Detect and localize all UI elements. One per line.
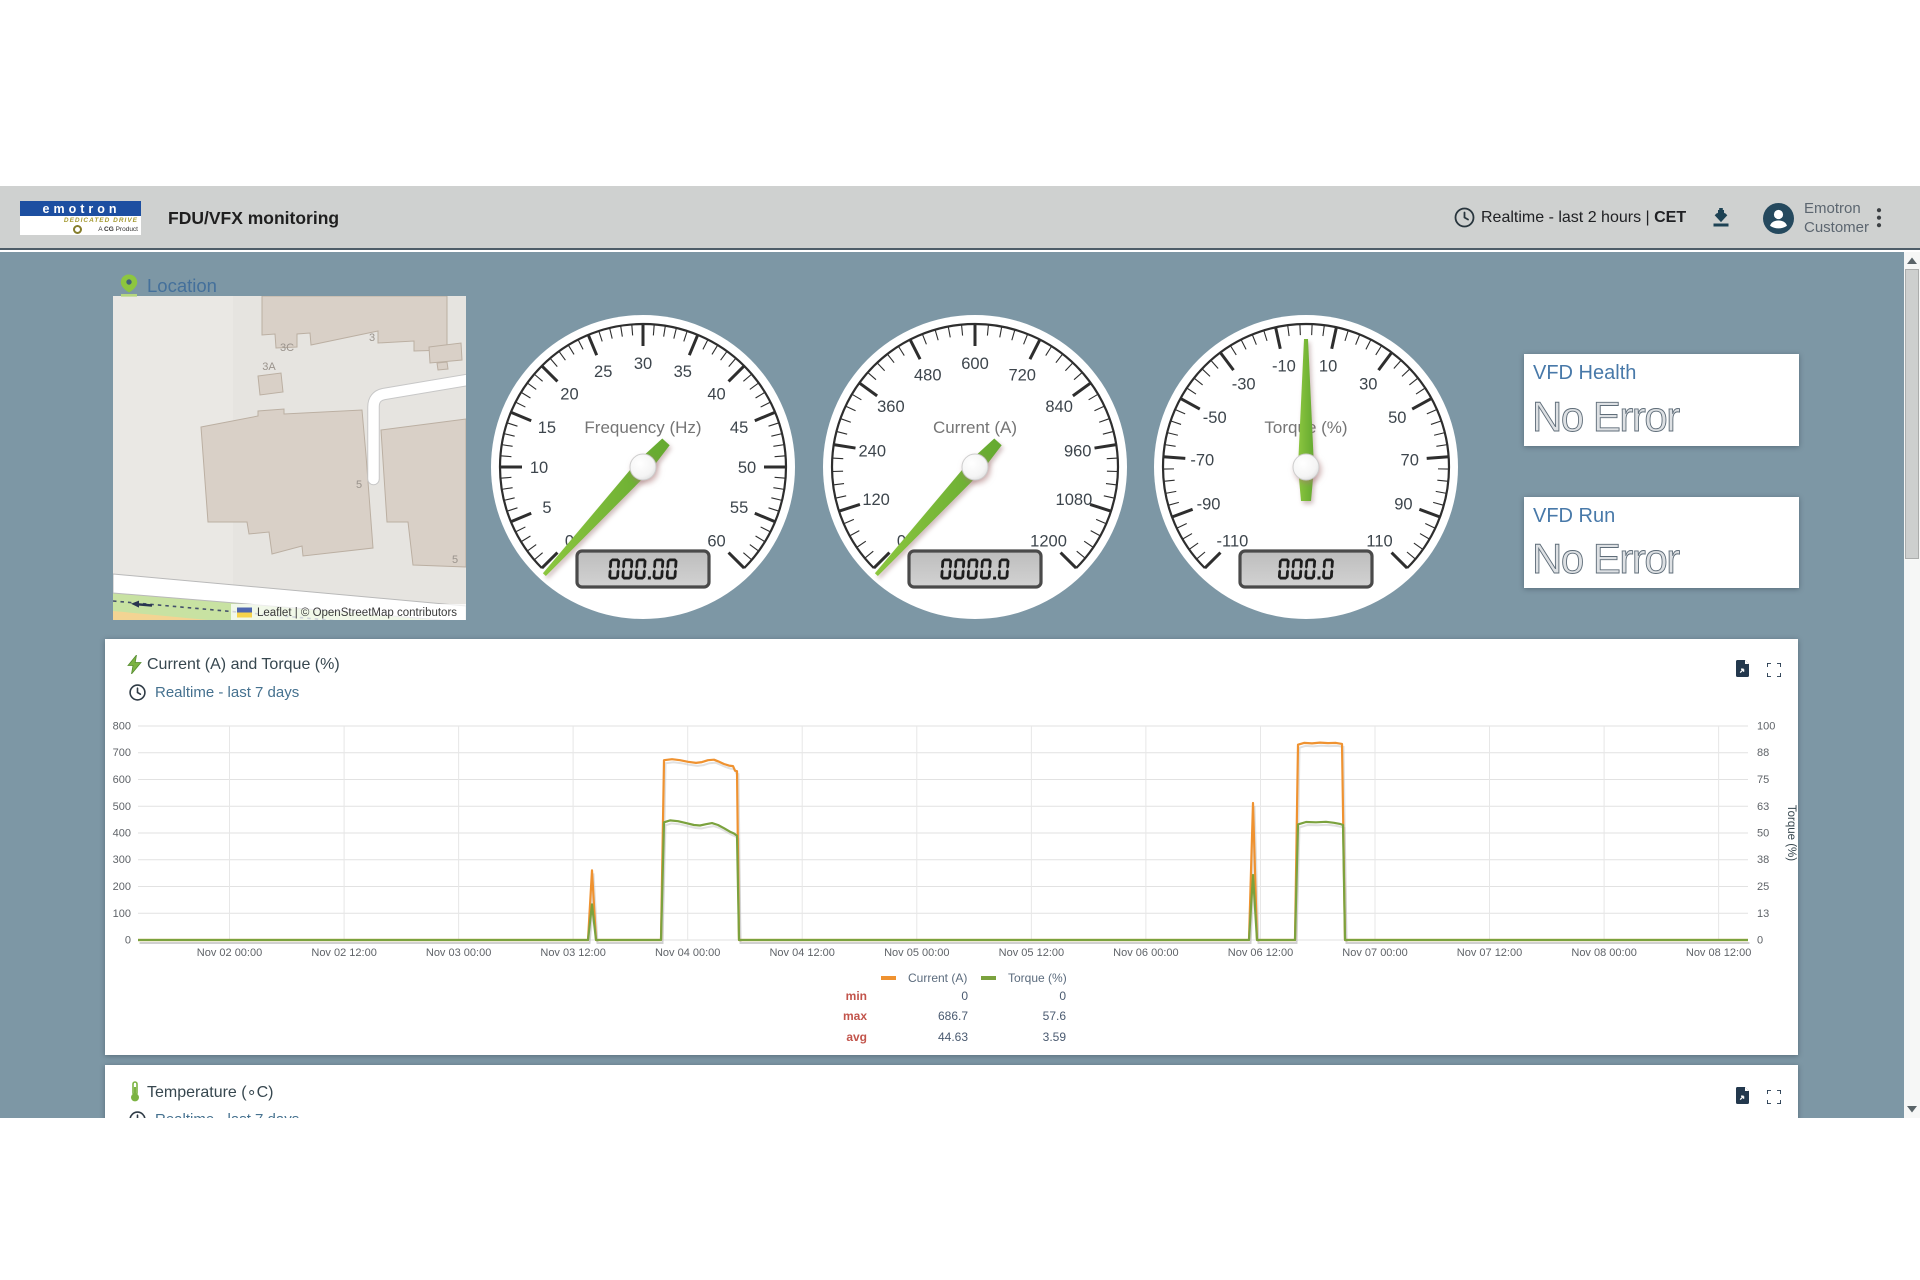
svg-text:720: 720 [1008, 366, 1036, 384]
svg-text:Nov 03 00:00: Nov 03 00:00 [426, 947, 491, 959]
svg-text:3C: 3C [280, 342, 294, 354]
svg-text:Nov 07 00:00: Nov 07 00:00 [1342, 947, 1407, 959]
svg-text:-110: -110 [1217, 533, 1249, 551]
svg-text:Nov 02 12:00: Nov 02 12:00 [311, 947, 376, 959]
svg-text:840: 840 [1045, 398, 1073, 416]
svg-text:30: 30 [1359, 376, 1377, 394]
svg-text:240: 240 [859, 443, 887, 461]
svg-text:Nov 04 00:00: Nov 04 00:00 [655, 947, 720, 959]
svg-text:Nov 08 12:00: Nov 08 12:00 [1686, 947, 1751, 959]
svg-text:600: 600 [961, 355, 989, 373]
svg-text:100: 100 [113, 908, 131, 920]
svg-text:50: 50 [1757, 828, 1769, 840]
svg-text:55: 55 [730, 499, 748, 517]
svg-text:3: 3 [369, 332, 375, 344]
svg-text:50: 50 [738, 459, 756, 477]
svg-text:15: 15 [538, 419, 556, 437]
svg-text:63: 63 [1757, 801, 1769, 813]
svg-text:Nov 03 12:00: Nov 03 12:00 [540, 947, 605, 959]
svg-text:200: 200 [113, 881, 131, 893]
svg-text:360: 360 [877, 398, 905, 416]
svg-text:5: 5 [542, 499, 551, 517]
svg-text:75: 75 [1757, 774, 1769, 786]
svg-text:Nov 06 00:00: Nov 06 00:00 [1113, 947, 1178, 959]
svg-text:480: 480 [914, 366, 942, 384]
svg-text:Nov 07 12:00: Nov 07 12:00 [1457, 947, 1522, 959]
svg-text:45: 45 [730, 419, 748, 437]
svg-text:300: 300 [113, 854, 131, 866]
svg-text:-50: -50 [1203, 409, 1227, 427]
svg-text:25: 25 [1757, 881, 1769, 893]
svg-text:120: 120 [862, 491, 890, 509]
svg-text:400: 400 [113, 828, 131, 840]
svg-text:30: 30 [634, 355, 652, 373]
svg-text:1200: 1200 [1030, 533, 1067, 551]
svg-text:25: 25 [594, 363, 612, 381]
svg-text:700: 700 [113, 747, 131, 759]
svg-text:Frequency (Hz): Frequency (Hz) [584, 418, 701, 437]
svg-text:800: 800 [113, 721, 131, 733]
svg-text:-90: -90 [1197, 495, 1221, 513]
svg-text:Nov 05 00:00: Nov 05 00:00 [884, 947, 949, 959]
svg-text:10: 10 [530, 459, 548, 477]
svg-text:70: 70 [1401, 452, 1419, 470]
svg-text:5: 5 [452, 554, 458, 566]
svg-text:Nov 04 12:00: Nov 04 12:00 [769, 947, 834, 959]
svg-text:90: 90 [1394, 495, 1412, 513]
svg-text:0: 0 [125, 935, 131, 947]
svg-text:40: 40 [707, 385, 725, 403]
svg-text:1080: 1080 [1056, 491, 1093, 509]
svg-text:110: 110 [1366, 533, 1392, 551]
svg-text:-70: -70 [1190, 452, 1214, 470]
svg-text:500: 500 [113, 801, 131, 813]
svg-text:38: 38 [1757, 854, 1769, 866]
svg-text:-10: -10 [1272, 357, 1296, 375]
svg-text:Leaflet | © OpenStreetMap cont: Leaflet | © OpenStreetMap contributors [257, 607, 457, 619]
svg-text:88: 88 [1757, 747, 1769, 759]
svg-text:Nov 08 00:00: Nov 08 00:00 [1571, 947, 1636, 959]
svg-text:960: 960 [1064, 443, 1092, 461]
svg-text:100: 100 [1757, 721, 1775, 733]
svg-text:-30: -30 [1232, 376, 1256, 394]
svg-text:Nov 06 12:00: Nov 06 12:00 [1228, 947, 1293, 959]
svg-text:5: 5 [356, 479, 362, 491]
svg-text:35: 35 [674, 363, 692, 381]
svg-text:20: 20 [560, 385, 578, 403]
svg-text:Torque (%): Torque (%) [1785, 805, 1797, 861]
svg-text:13: 13 [1757, 908, 1769, 920]
svg-text:3A: 3A [262, 361, 276, 373]
svg-text:60: 60 [707, 533, 725, 551]
svg-text:10: 10 [1319, 357, 1337, 375]
svg-text:Current (A): Current (A) [933, 418, 1017, 437]
svg-text:0: 0 [1757, 935, 1763, 947]
svg-text:Nov 05 12:00: Nov 05 12:00 [999, 947, 1064, 959]
svg-text:Nov 02 00:00: Nov 02 00:00 [197, 947, 262, 959]
svg-text:600: 600 [113, 774, 131, 786]
svg-text:50: 50 [1388, 409, 1406, 427]
